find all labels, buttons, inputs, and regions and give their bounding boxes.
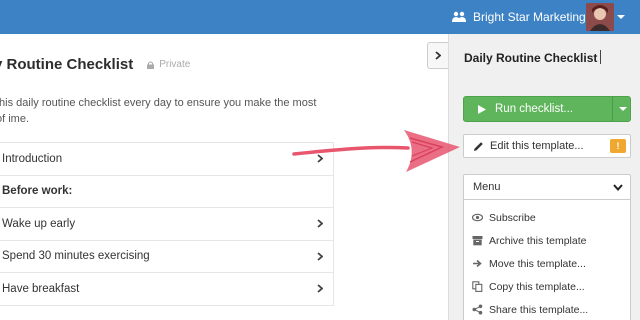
collapse-sidebar-button[interactable] [427,42,448,69]
play-icon [478,104,486,114]
lock-icon [147,60,155,69]
sidebar-title-text: Daily Routine Checklist [464,51,598,65]
menu-item-label: Subscribe [489,211,536,224]
page-title: y Routine Checklist [0,56,134,73]
chevron-right-icon [317,252,323,261]
menu-item-subscribe[interactable]: Subscribe [464,206,630,229]
copy-icon [472,281,483,292]
menu-item-label: Archive this template [489,234,587,247]
edit-template-button[interactable]: Edit this template... ! [463,134,631,158]
privacy-label: Private [159,59,191,70]
org-name: Bright Star Marketing [473,10,586,24]
list-item-label: Spend 30 minutes exercising [2,250,150,263]
eye-icon [472,213,483,222]
checklist-items: Introduction Before work: Wake up early … [0,142,334,306]
menu-item-label: Move this template... [489,257,586,270]
users-icon [452,11,466,22]
arrow-right-icon [473,259,482,268]
list-item[interactable]: Introduction [0,143,334,176]
menu-label: Menu [473,181,501,193]
sidebar: Daily Routine Checklist Run checklist...… [448,34,640,320]
run-checklist-label: Run checklist... [495,103,573,115]
list-item-label: Wake up early [2,217,76,230]
org-switcher[interactable]: Bright Star Marketing [452,0,586,34]
menu-panel: Menu Subscribe Archive this template Mov… [463,174,631,320]
pencil-icon [474,141,483,151]
share-icon [472,304,483,315]
button-divider [612,97,613,121]
list-item[interactable]: Have breakfast [0,273,334,306]
edit-template-label: Edit this template... [490,140,584,152]
avatar[interactable] [586,3,614,31]
menu-item-move[interactable]: Move this template... [464,252,630,275]
list-item-label: Have breakfast [2,282,80,295]
user-menu-caret-icon[interactable] [617,15,625,19]
run-checklist-button[interactable]: Run checklist... [463,96,631,122]
list-item[interactable]: Wake up early [0,208,334,241]
description: this daily routine checklist every day t… [0,97,317,125]
list-item[interactable]: Spend 30 minutes exercising [0,240,334,273]
alert-badge: ! [610,139,626,153]
annotation-arrow [292,130,460,172]
sidebar-panel: Daily Routine Checklist Run checklist...… [449,34,640,320]
top-bar: Bright Star Marketing [0,0,640,34]
chevron-right-icon [317,284,323,293]
text-cursor [600,50,602,64]
list-heading-label: Before work: [2,185,73,198]
privacy-badge: Private [147,59,190,70]
menu-item-label: Share this template... [489,303,589,316]
menu-item-label: Copy this template... [489,280,585,293]
chevron-right-icon [317,219,323,228]
chevron-right-icon [435,51,441,60]
title-row: y Routine Checklist Private [0,56,190,73]
archive-icon [472,236,483,246]
menu-items: Subscribe Archive this template Move thi… [464,200,630,320]
chevron-down-icon [613,183,623,191]
menu-item-archive[interactable]: Archive this template [464,229,630,252]
list-item-label: Introduction [2,152,63,165]
list-heading: Before work: [0,175,334,208]
menu-toggle[interactable]: Menu [464,175,630,200]
run-options-caret-icon[interactable] [619,107,627,111]
menu-item-share[interactable]: Share this template... [464,298,630,320]
sidebar-title[interactable]: Daily Routine Checklist [464,50,602,65]
menu-item-copy[interactable]: Copy this template... [464,275,630,298]
